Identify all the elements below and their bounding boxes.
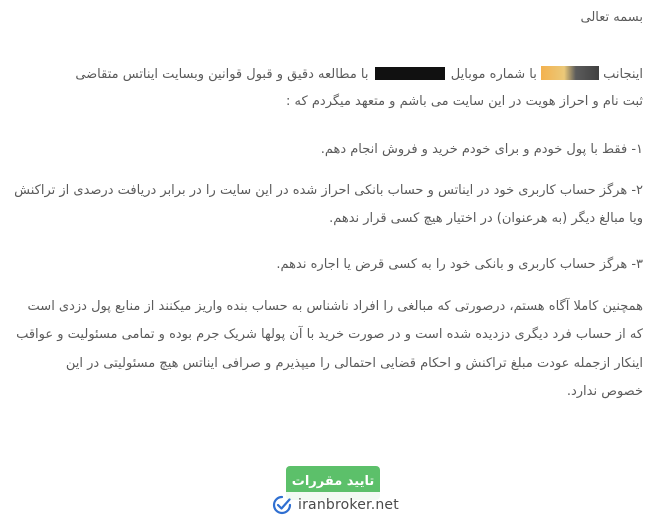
closing-line-3: اینکار ازجمله عودت مبلغ تراکنش و احکام ق… — [65, 356, 643, 371]
intro-line-1-part-1: اینجانب — [603, 67, 643, 82]
closing-line-4: خصوص ندارد. — [566, 384, 643, 399]
commitment-item-2-line-1: ۲- هرگز حساب کاربری خود در ایناتس و حساب… — [14, 183, 643, 198]
closing-line-1: همچنین کاملا آگاه هستم، درصورتی که مبالغ… — [27, 299, 643, 314]
commitment-item-1: ۱- فقط با پول خودم و برای خودم خرید و فر… — [320, 142, 643, 157]
intro-line-1: اینجانب با شماره موبایل با مطالعه دقیق و… — [23, 62, 643, 88]
redacted-name — [540, 66, 599, 80]
greeting: بسمه تعالی — [580, 10, 643, 25]
closing-line-2: که از حساب فرد دیگری دزدیده شده است و در… — [16, 327, 643, 342]
intro-line-1-part-3: با مطالعه دقیق و قبول قوانین وبسایت اینا… — [75, 67, 369, 82]
intro-line-1-part-2: با شماره موبایل — [450, 67, 537, 82]
commitment-document: بسمه تعالی اینجانب با شماره موبایل با مط… — [0, 0, 669, 521]
redacted-phone — [374, 67, 445, 80]
checkmark-logo-icon — [272, 495, 292, 515]
intro-line-2: ثبت نام و احراز هویت در این سایت می باشم… — [286, 94, 643, 109]
watermark-text: iranbroker.net — [298, 497, 399, 513]
commitment-item-3: ۳- هرگز حساب کاربری و بانکی خود را به کس… — [276, 257, 643, 272]
commitment-item-2-line-2: ویا مبالغ دیگر (به هرعنوان) در اختیار هی… — [329, 211, 643, 226]
watermark: iranbroker.net — [268, 492, 405, 518]
